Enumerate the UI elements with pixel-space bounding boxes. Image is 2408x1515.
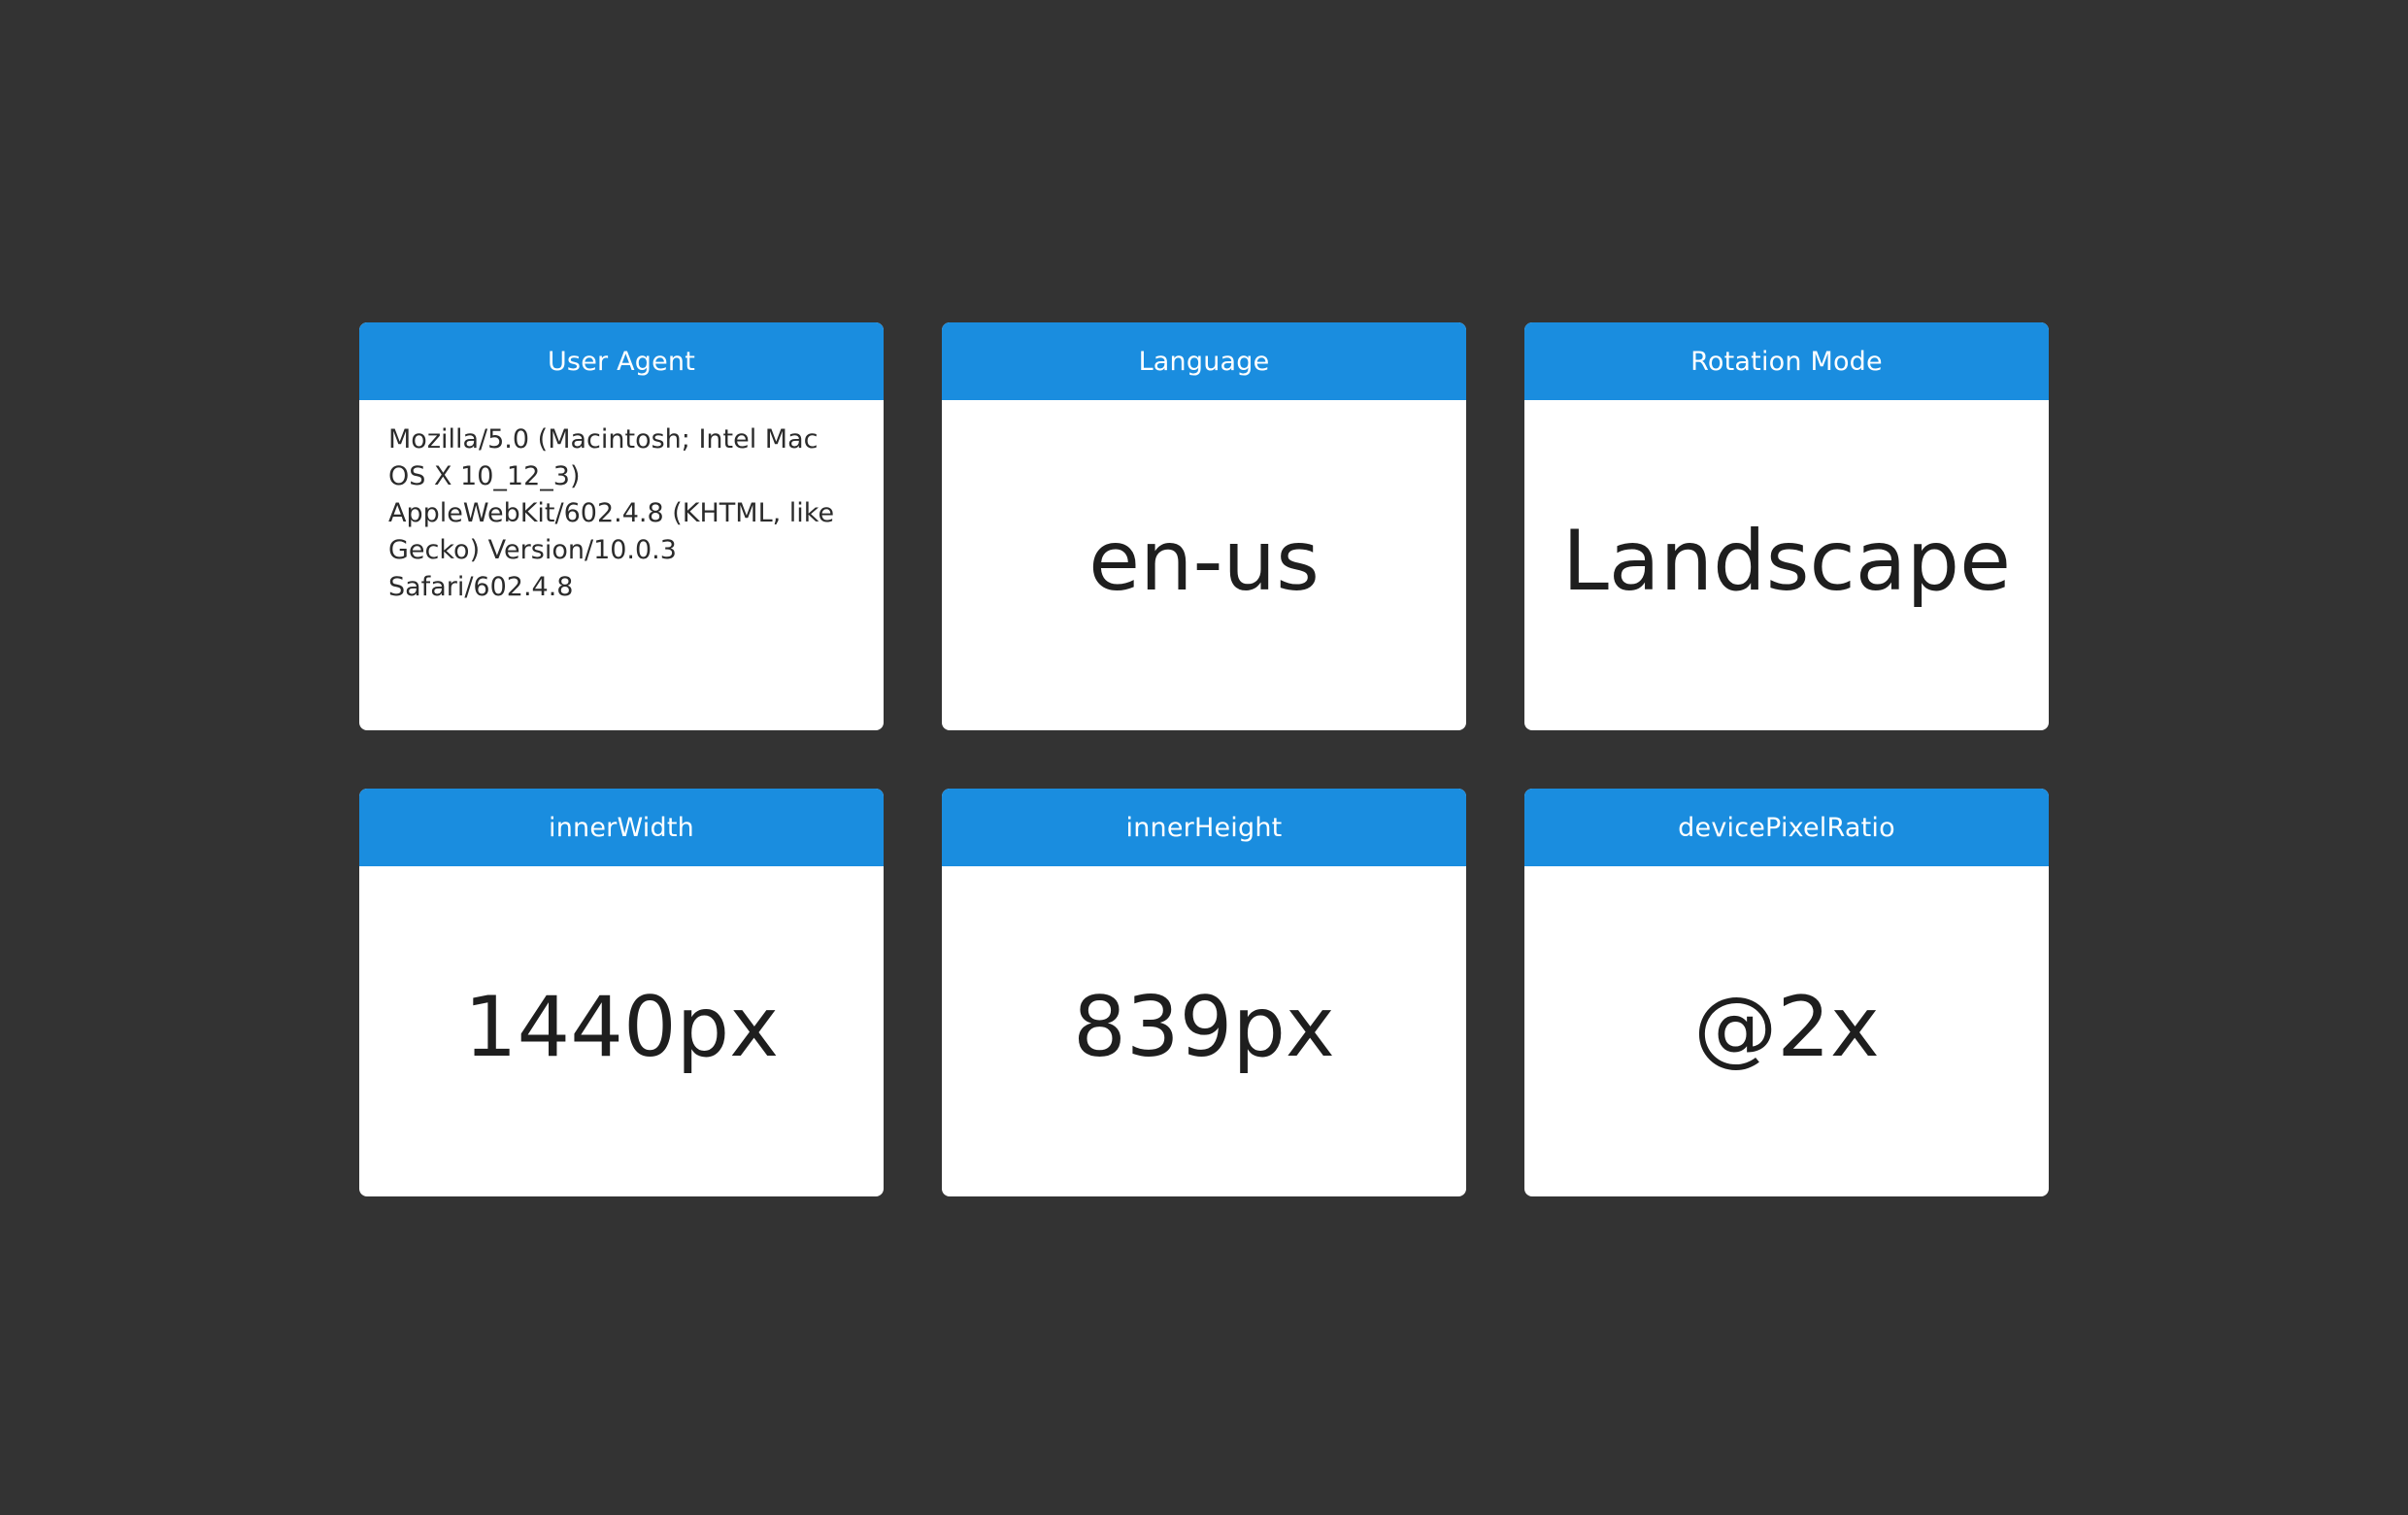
language-card: Language en-us xyxy=(942,322,1466,730)
device-pixel-ratio-card: devicePixelRatio @2x xyxy=(1524,789,2049,1196)
card-header-user-agent: User Agent xyxy=(359,322,884,400)
card-header-inner-height: innerHeight xyxy=(942,789,1466,866)
user-agent-card: User Agent Mozilla/5.0 (Macintosh; Intel… xyxy=(359,322,884,730)
info-card-grid: User Agent Mozilla/5.0 (Macintosh; Intel… xyxy=(359,322,2049,1196)
language-value: en-us xyxy=(1088,513,1320,610)
inner-height-value: 839px xyxy=(1073,979,1335,1076)
inner-width-value: 1440px xyxy=(463,979,780,1076)
inner-width-card: innerWidth 1440px xyxy=(359,789,884,1196)
card-header-rotation-mode: Rotation Mode xyxy=(1524,322,2049,400)
device-pixel-ratio-value: @2x xyxy=(1693,979,1880,1076)
rotation-mode-value: Landscape xyxy=(1562,513,2011,610)
card-header-inner-width: innerWidth xyxy=(359,789,884,866)
card-header-language: Language xyxy=(942,322,1466,400)
user-agent-value: Mozilla/5.0 (Macintosh; Intel Mac OS X 1… xyxy=(388,424,835,602)
card-header-device-pixel-ratio: devicePixelRatio xyxy=(1524,789,2049,866)
rotation-mode-card: Rotation Mode Landscape xyxy=(1524,322,2049,730)
inner-height-card: innerHeight 839px xyxy=(942,789,1466,1196)
